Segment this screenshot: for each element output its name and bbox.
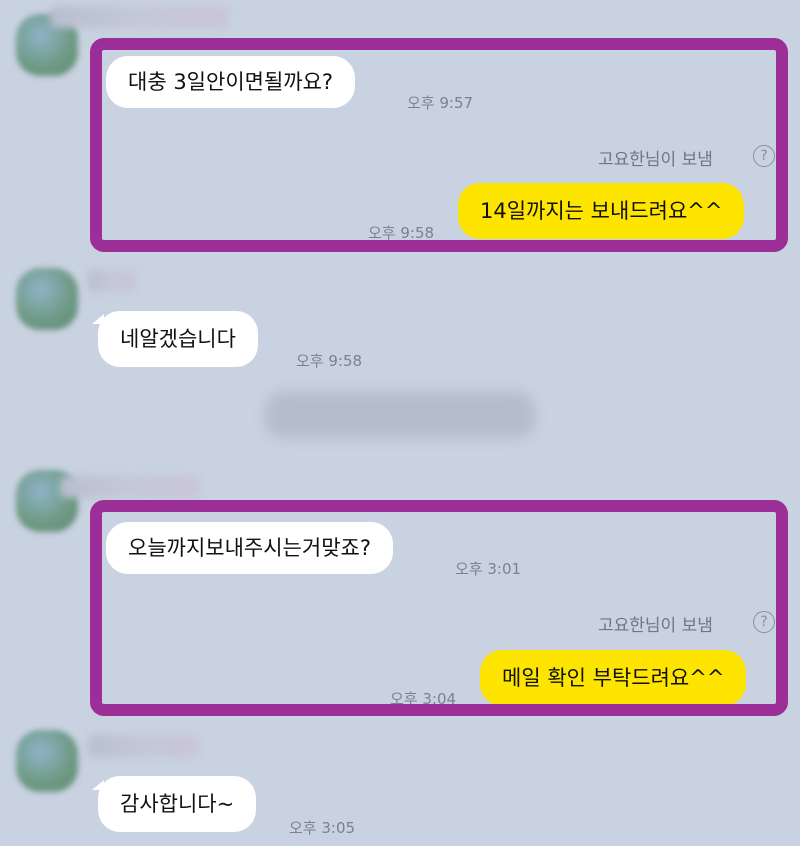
sender-name-blurred bbox=[88, 735, 198, 757]
message-timestamp: 오후 9:58 bbox=[296, 352, 363, 370]
avatar[interactable] bbox=[16, 268, 78, 330]
sender-name-blurred bbox=[88, 270, 136, 292]
incoming-message-bubble[interactable]: 네알겠습니다 bbox=[98, 311, 258, 367]
date-divider-blurred bbox=[265, 392, 535, 438]
highlight-box bbox=[90, 38, 788, 252]
sender-name-blurred bbox=[60, 476, 200, 498]
message-timestamp: 오후 3:05 bbox=[289, 819, 356, 837]
incoming-message-bubble[interactable]: 감사합니다~ bbox=[98, 776, 257, 832]
avatar[interactable] bbox=[16, 730, 78, 792]
highlight-box bbox=[90, 500, 788, 716]
sender-name-blurred bbox=[50, 6, 228, 28]
